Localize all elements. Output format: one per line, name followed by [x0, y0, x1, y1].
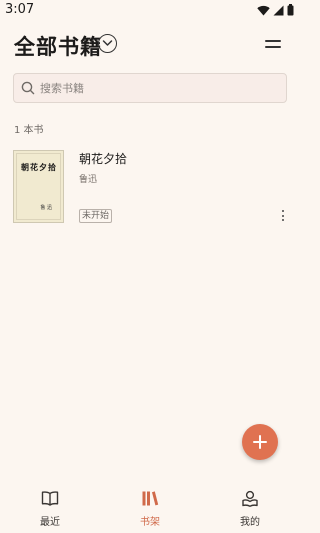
book-cover-frame: 朝花夕拾 鲁 迅 [16, 153, 61, 220]
book-status-badge: 未开始 [79, 209, 113, 223]
wifi-icon [257, 5, 270, 15]
header: 全部书籍 [0, 28, 300, 62]
search-box[interactable] [13, 73, 287, 103]
nav-label-bookshelf: 书架 [140, 517, 160, 528]
chevron-down-icon [102, 40, 113, 46]
nav-item-bookshelf[interactable]: 书架 [100, 484, 200, 533]
add-book-button[interactable] [242, 424, 278, 460]
more-dot-icon [282, 219, 285, 222]
signal-icon [273, 5, 284, 15]
search-input[interactable] [40, 74, 280, 102]
book-open-icon [41, 491, 59, 506]
menu-line-icon [265, 46, 281, 48]
book-list-item[interactable]: 朝花夕拾 鲁 迅 朝花夕拾 鲁迅 未开始 [0, 148, 300, 226]
bottom-navigation: 最近 书架 我的 [0, 484, 300, 533]
plus-icon [253, 435, 267, 449]
nav-item-recent[interactable]: 最近 [0, 484, 100, 533]
cover-author: 鲁 迅 [40, 205, 52, 211]
battery-icon [287, 4, 294, 16]
nav-item-profile[interactable]: 我的 [200, 484, 300, 533]
status-bar: 3:07 [0, 0, 300, 22]
title-dropdown-button[interactable] [98, 34, 117, 53]
cover-title: 朝花夕拾 [21, 162, 57, 172]
menu-button[interactable] [265, 38, 281, 50]
status-icons [257, 4, 294, 16]
menu-line-icon [265, 40, 281, 42]
book-title[interactable]: 朝花夕拾 [79, 150, 127, 167]
more-options-button[interactable] [279, 209, 287, 223]
page-title[interactable]: 全部书籍 [14, 31, 102, 61]
book-count: 1 本书 [14, 125, 44, 136]
book-cover[interactable]: 朝花夕拾 鲁 迅 [13, 150, 64, 223]
more-dot-icon [282, 210, 285, 213]
book-author: 鲁迅 [79, 175, 98, 185]
search-icon [21, 81, 35, 95]
status-time: 3:07 [5, 2, 35, 17]
bookshelf-icon [142, 491, 159, 506]
profile-icon [242, 490, 258, 507]
more-dot-icon [282, 214, 285, 217]
nav-label-recent: 最近 [40, 517, 60, 528]
nav-label-profile: 我的 [240, 517, 260, 528]
